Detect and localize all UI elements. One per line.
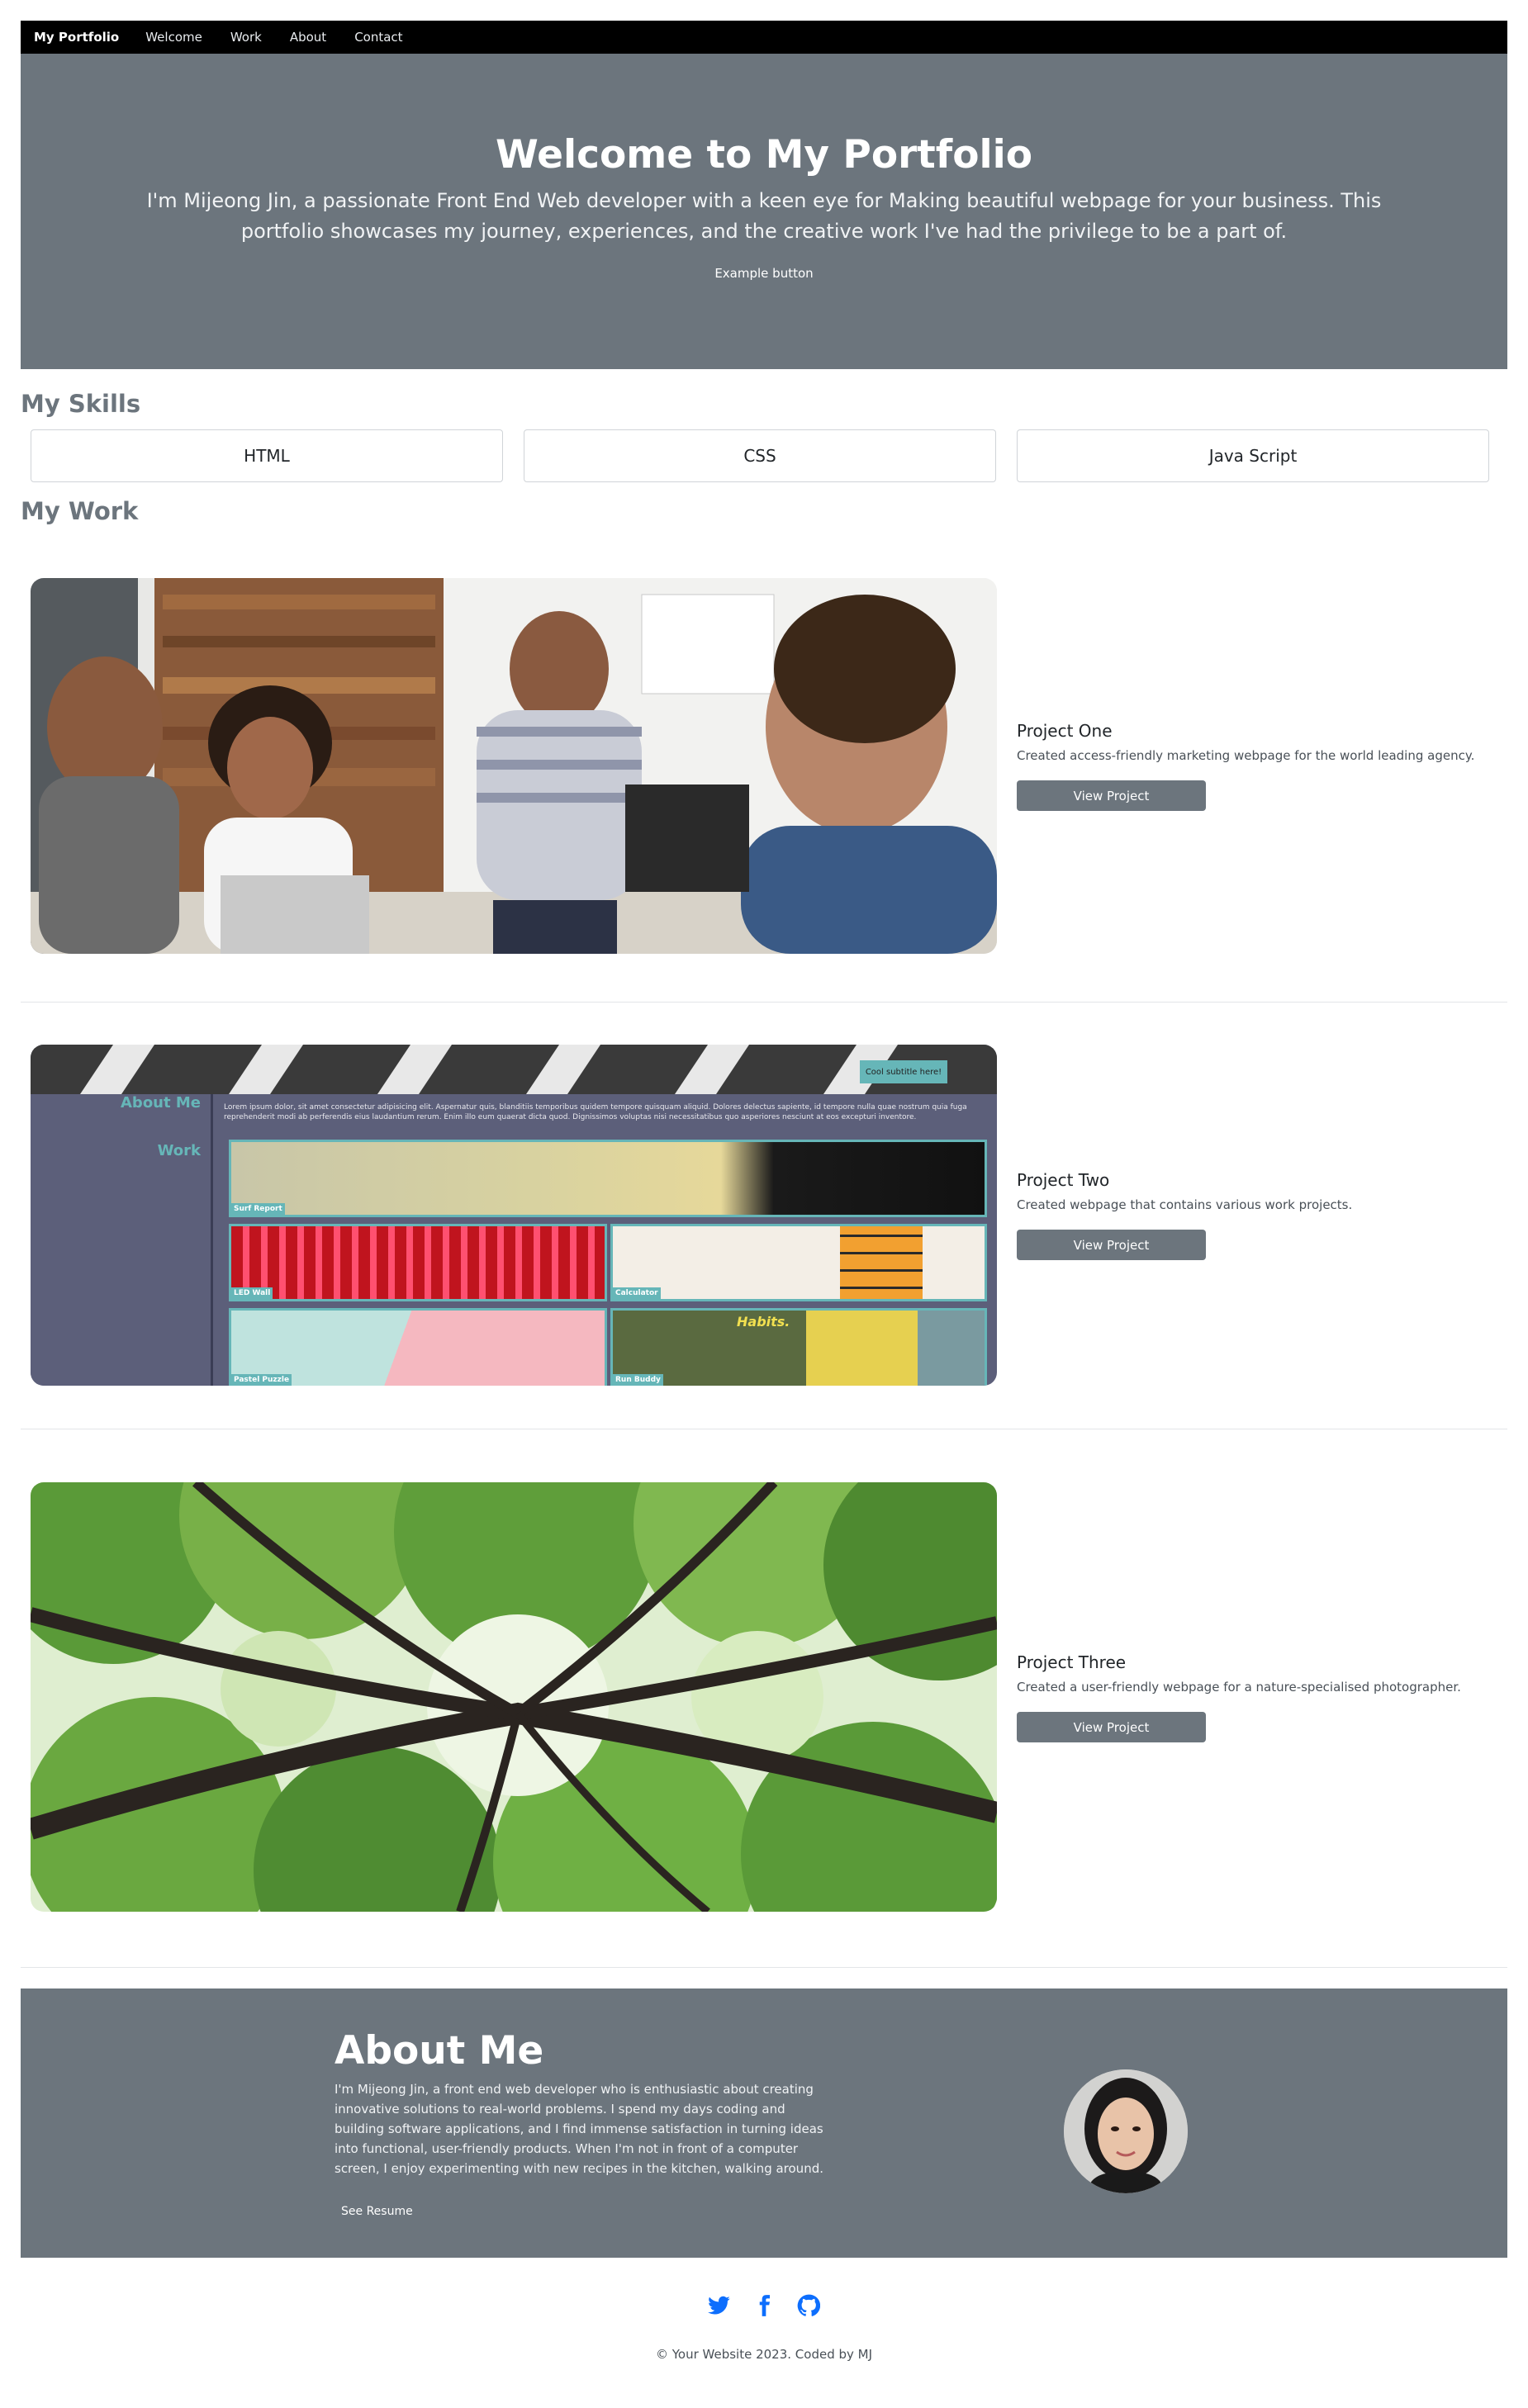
skill-card-css: CSS <box>524 429 996 482</box>
preview-tile-surf-label: Surf Report <box>231 1203 285 1215</box>
project-three-desc: Created a user-friendly webpage for a na… <box>1017 1680 1461 1695</box>
project-one-desc: Created access-friendly marketing webpag… <box>1017 748 1475 763</box>
preview-sidebar-about: About Me <box>121 1094 201 1112</box>
copyright-text: © Your Website 2023. Coded by MJ <box>655 2347 873 2362</box>
preview-tile-run-label: Run Buddy <box>613 1374 663 1386</box>
preview-tile-pastel: Pastel Puzzle <box>229 1308 607 1386</box>
preview-intro-text: Lorem ipsum dolor, sit amet consectetur … <box>224 1103 967 1121</box>
skills-title: My Skills <box>21 390 141 418</box>
project-three-image <box>31 1482 997 1912</box>
hero-section: Welcome to My Portfolio I'm Mijeong Jin,… <box>21 54 1507 369</box>
nav-link-welcome[interactable]: Welcome <box>145 30 202 45</box>
project-three-view-button[interactable]: View Project <box>1017 1712 1206 1742</box>
project-two-view-button[interactable]: View Project <box>1017 1230 1206 1260</box>
about-text: I'm Mijeong Jin, a front end web develop… <box>335 2082 823 2176</box>
navbar: My Portfolio Welcome Work About Contact <box>21 21 1507 54</box>
project-one-view-button[interactable]: View Project <box>1017 780 1206 811</box>
twitter-icon[interactable] <box>708 2294 731 2317</box>
work-title: My Work <box>21 497 139 525</box>
project-three-title: Project Three <box>1017 1652 1127 1672</box>
about-section: About Me I'm Mijeong Jin, a front end we… <box>21 1988 1507 2258</box>
hero-text: I'm Mijeong Jin, a passionate Front End … <box>146 189 1382 243</box>
divider <box>21 1967 1507 1968</box>
nav-link-about[interactable]: About <box>290 30 326 45</box>
github-icon[interactable] <box>797 2294 821 2317</box>
example-button[interactable]: Example button <box>714 266 813 281</box>
divider <box>21 1002 1507 1003</box>
see-resume-button[interactable]: See Resume <box>341 2205 413 2218</box>
avatar <box>1064 2069 1188 2193</box>
preview-tile-calculator-label: Calculator <box>613 1287 661 1299</box>
preview-tile-run: Habits. Run Buddy <box>610 1308 987 1386</box>
preview-tile-led: LED Wall <box>229 1224 607 1301</box>
nav-link-contact[interactable]: Contact <box>354 30 402 45</box>
nav-link-work[interactable]: Work <box>230 30 262 45</box>
project-two-desc: Created webpage that contains various wo… <box>1017 1197 1353 1212</box>
social-links <box>0 2294 1528 2317</box>
skill-card-javascript: Java Script <box>1017 429 1489 482</box>
preview-sidebar-work: Work <box>157 1142 201 1159</box>
skill-card-html: HTML <box>31 429 503 482</box>
about-title: About Me <box>335 2028 544 2074</box>
preview-tile-calculator: Calculator <box>610 1224 987 1301</box>
project-two-title: Project Two <box>1017 1170 1110 1190</box>
project-one-title: Project One <box>1017 721 1113 741</box>
hero-title: Welcome to My Portfolio <box>495 132 1033 178</box>
preview-subtitle-badge: Cool subtitle here! <box>860 1060 947 1083</box>
preview-tile-surf: Surf Report <box>229 1140 987 1217</box>
preview-tile-led-label: LED Wall <box>231 1287 273 1299</box>
preview-habits-text: Habits. <box>737 1314 790 1330</box>
brand-link[interactable]: My Portfolio <box>34 30 119 45</box>
facebook-icon[interactable] <box>752 2294 776 2317</box>
project-one-image <box>31 578 997 954</box>
project-two-image: Cool subtitle here! About Me Work Lorem … <box>31 1045 997 1386</box>
preview-tile-pastel-label: Pastel Puzzle <box>231 1374 292 1386</box>
